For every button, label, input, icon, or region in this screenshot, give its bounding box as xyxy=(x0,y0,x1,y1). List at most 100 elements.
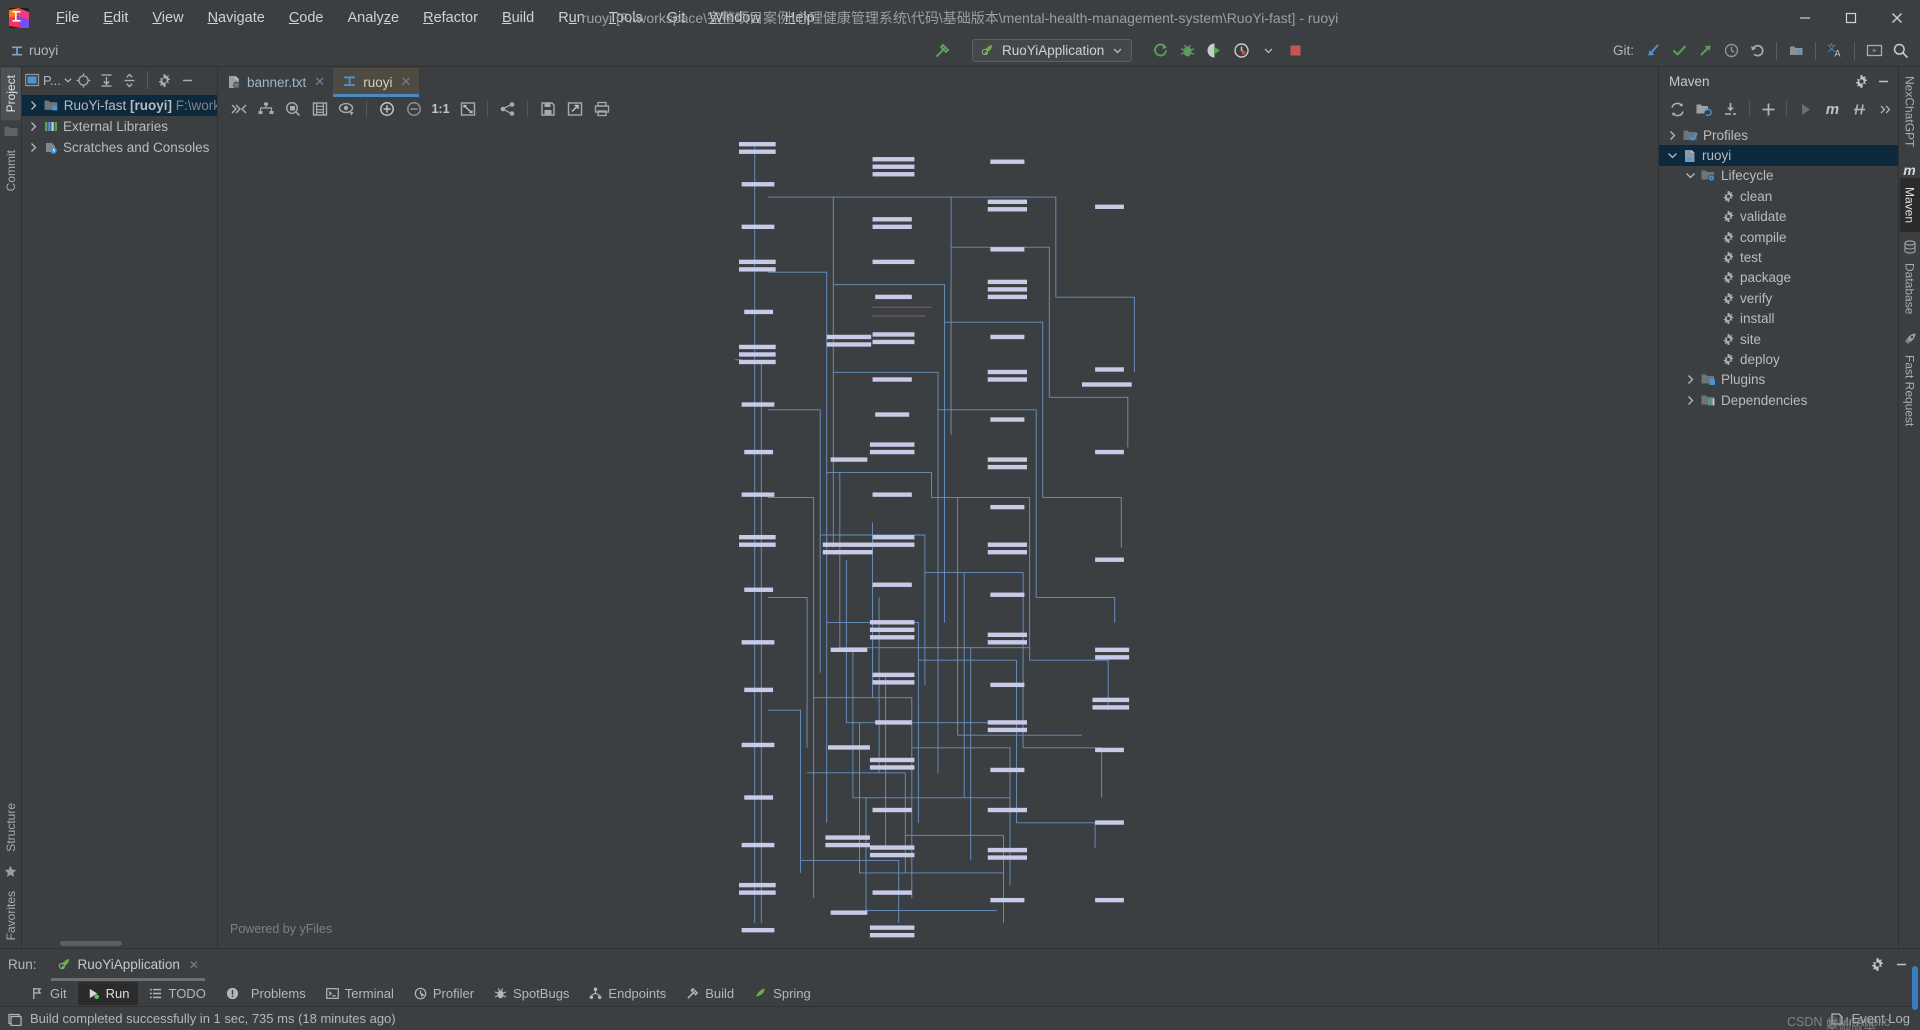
rail-tab-fast-request[interactable]: Fast Request xyxy=(1900,346,1920,435)
bottom-tab-spotbugs[interactable]: SpotBugs xyxy=(485,982,578,1005)
bottom-tab-run[interactable]: Run xyxy=(77,981,139,1005)
rail-tab-maven[interactable]: Maven xyxy=(1899,178,1920,233)
run-configuration-selector[interactable]: RuoYiApplication xyxy=(972,39,1132,62)
crosshair-icon[interactable] xyxy=(73,69,95,91)
rerun-icon[interactable] xyxy=(1148,39,1172,63)
maven-row-clean[interactable]: clean xyxy=(1659,186,1898,206)
minimize-icon[interactable] xyxy=(1872,70,1894,92)
git-update-icon[interactable] xyxy=(1641,39,1665,63)
menu-code[interactable]: Code xyxy=(277,7,336,29)
run-icon[interactable] xyxy=(1793,98,1818,120)
gear-icon[interactable] xyxy=(154,69,176,91)
translate-icon[interactable]: 文A xyxy=(1823,39,1847,63)
maven-row-compile[interactable]: compile xyxy=(1659,227,1898,247)
menu-view[interactable]: View xyxy=(140,7,195,29)
menu-run[interactable]: Run xyxy=(546,7,597,29)
maven-m-icon[interactable]: m xyxy=(1820,98,1845,120)
maven-row-plugins[interactable]: Plugins xyxy=(1659,370,1898,390)
minimize-icon[interactable] xyxy=(177,69,199,91)
reload-icon[interactable] xyxy=(1665,98,1690,120)
maximize-button[interactable] xyxy=(1828,0,1874,35)
print-icon[interactable] xyxy=(589,98,614,120)
close-button[interactable] xyxy=(1874,0,1920,35)
save-icon[interactable] xyxy=(535,98,560,120)
maven-row-profiles[interactable]: Profiles xyxy=(1659,125,1898,145)
bottom-tab-spring[interactable]: Spring xyxy=(745,982,820,1005)
minimize-icon[interactable] xyxy=(1890,954,1912,976)
stop-icon[interactable] xyxy=(1283,39,1307,63)
rail-tab-commit[interactable]: Commit xyxy=(1,142,21,199)
profiler-icon[interactable] xyxy=(1229,39,1253,63)
rail-tab-database[interactable]: Database xyxy=(1900,254,1920,323)
bottom-tab-profiler[interactable]: Profiler xyxy=(405,982,483,1005)
rail-tab-nexchatgpt[interactable]: NexChatGPT xyxy=(1900,67,1920,156)
rail-tab-structure[interactable]: Structure xyxy=(1,795,21,860)
menu-edit[interactable]: Edit xyxy=(91,7,140,29)
tree-row[interactable]: Scratches and Consoles xyxy=(22,137,217,158)
menu-git[interactable]: Git xyxy=(655,7,698,29)
editor-tab-ruoyi[interactable]: ruoyi ✕ xyxy=(333,68,420,97)
close-icon[interactable]: ✕ xyxy=(314,74,325,90)
presentation-icon[interactable] xyxy=(1862,39,1886,63)
menu-tools[interactable]: Tools xyxy=(597,7,655,29)
actual-size-icon[interactable]: 1:1 xyxy=(428,98,453,120)
editor-tab-banner-txt[interactable]: banner.txt ✕ xyxy=(218,68,333,96)
zoom-to-selection-icon[interactable] xyxy=(280,98,305,120)
collapse-all-icon[interactable] xyxy=(119,69,141,91)
tree-row[interactable]: RuoYi-fast [ruoyi] F:\work xyxy=(22,95,217,116)
git-commit-icon[interactable] xyxy=(1667,39,1691,63)
layout-hierarchic-icon[interactable] xyxy=(253,98,278,120)
bottom-tab-terminal[interactable]: Terminal xyxy=(317,982,403,1005)
menu-build[interactable]: Build xyxy=(490,7,546,29)
show-fields-icon[interactable] xyxy=(307,98,332,120)
minimize-button[interactable] xyxy=(1782,0,1828,35)
tree-row[interactable]: External Libraries xyxy=(22,116,217,137)
maven-row-deploy[interactable]: deploy xyxy=(1659,349,1898,369)
add-maven-project-icon[interactable] xyxy=(1692,98,1717,120)
maven-row-install[interactable]: install xyxy=(1659,309,1898,329)
gear-icon[interactable] xyxy=(1866,954,1888,976)
expand-all-icon[interactable] xyxy=(96,69,118,91)
maven-row-site[interactable]: site xyxy=(1659,329,1898,349)
bottom-tab-git[interactable]: Git xyxy=(22,982,76,1005)
bottom-tab-problems[interactable]: Problems xyxy=(217,982,315,1005)
profiler-dropdown-icon[interactable] xyxy=(1256,39,1280,63)
download-sources-icon[interactable] xyxy=(1718,98,1743,120)
git-history-icon[interactable] xyxy=(1719,39,1743,63)
show-dependencies-icon[interactable] xyxy=(495,98,520,120)
git-rollback-icon[interactable] xyxy=(1745,39,1769,63)
menu-help[interactable]: Help xyxy=(773,7,827,29)
maven-row-validate[interactable]: validate xyxy=(1659,207,1898,227)
run-with-coverage-icon[interactable] xyxy=(1202,39,1226,63)
maven-row-verify[interactable]: verify xyxy=(1659,288,1898,308)
close-icon[interactable]: ✕ xyxy=(400,74,411,90)
visibility-icon[interactable] xyxy=(334,98,359,120)
git-push-icon[interactable] xyxy=(1693,39,1717,63)
close-icon[interactable]: ✕ xyxy=(189,958,199,972)
search-icon[interactable] xyxy=(1888,39,1912,63)
project-structure-icon[interactable] xyxy=(1784,39,1808,63)
maven-row-dependencies[interactable]: Dependencies xyxy=(1659,390,1898,410)
project-panel-title-chip[interactable]: P... xyxy=(25,73,72,88)
fit-content-icon[interactable] xyxy=(455,98,480,120)
menu-file[interactable]: File xyxy=(44,7,91,29)
rail-tab-project[interactable]: Project xyxy=(0,67,21,121)
plus-icon[interactable] xyxy=(1756,98,1781,120)
debug-icon[interactable] xyxy=(1175,39,1199,63)
maven-scrollbar-thumb[interactable] xyxy=(1912,966,1918,1010)
rail-tab-favorites[interactable]: Favorites xyxy=(1,883,21,948)
bottom-tab-todo[interactable]: TODO xyxy=(140,982,214,1005)
run-tab-ruoyiapplication[interactable]: RuoYiApplication ✕ xyxy=(50,953,206,981)
menu-window[interactable]: Window xyxy=(697,7,773,29)
navbar-project-chip[interactable]: ruoyi xyxy=(10,43,58,58)
menu-navigate[interactable]: Navigate xyxy=(196,7,277,29)
maven-row-lifecycle[interactable]: Lifecycle xyxy=(1659,166,1898,186)
maven-row-test[interactable]: test xyxy=(1659,247,1898,267)
project-horizontal-scrollbar[interactable] xyxy=(22,939,217,948)
zoom-out-icon[interactable] xyxy=(401,98,426,120)
expand-collapse-icon[interactable] xyxy=(226,98,251,120)
menu-analyze[interactable]: Analyze xyxy=(336,7,412,29)
bottom-tab-endpoints[interactable]: Endpoints xyxy=(580,982,675,1005)
more-icon[interactable] xyxy=(1873,98,1898,120)
menu-refactor[interactable]: Refactor xyxy=(411,7,490,29)
